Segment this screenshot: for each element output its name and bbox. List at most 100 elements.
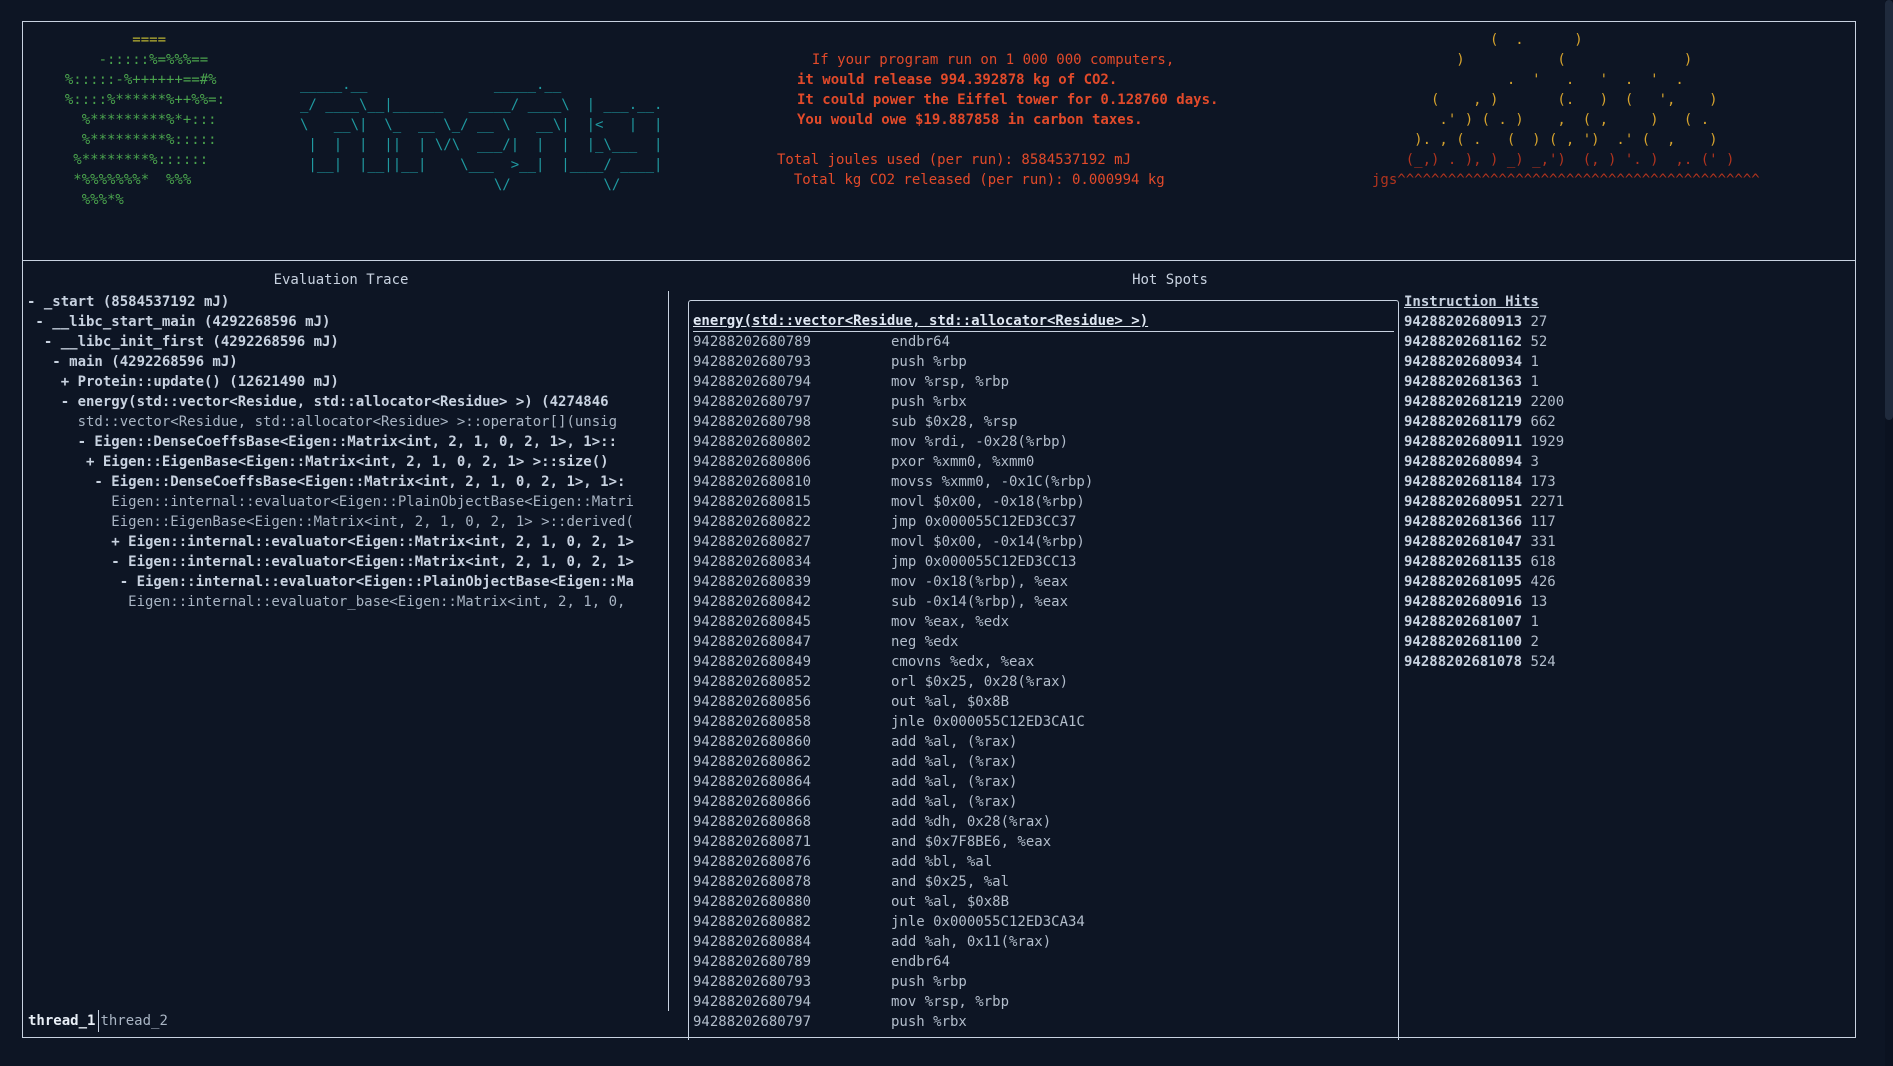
trace-node[interactable]: - energy(std::vector<Residue, std::alloc… — [27, 392, 649, 412]
hotspot-row[interactable]: 94288202680862 add %al, (%rax) — [689, 752, 1398, 772]
instruction-address: 94288202680847 — [693, 634, 812, 650]
hotspot-row[interactable]: 94288202680793 push %rbp — [689, 352, 1398, 372]
instruction-address: 94288202680815 — [693, 494, 812, 510]
trace-node[interactable]: + Eigen::internal::evaluator<Eigen::Matr… — [27, 532, 649, 552]
trace-node[interactable]: + Protein::update() (12621490 mJ) — [27, 372, 649, 392]
hotspot-row[interactable]: 94288202680794 mov %rsp, %rbp — [689, 372, 1398, 392]
hotspot-function-name: energy(std::vector<Residue, std::allocat… — [693, 311, 1394, 332]
hotspot-row[interactable]: 94288202680849 cmovns %edx, %eax — [689, 652, 1398, 672]
hotspot-row[interactable]: 94288202680864 add %al, (%rax) — [689, 772, 1398, 792]
trace-node[interactable]: + Eigen::EigenBase<Eigen::Matrix<int, 2,… — [27, 452, 649, 472]
tab-thread-2[interactable]: thread_2 — [99, 1010, 170, 1032]
hit-address: 94288202681162 — [1404, 334, 1523, 350]
hotspot-row[interactable]: 94288202680797 push %rbx — [689, 392, 1398, 412]
leaf-art-line: %%%*% — [48, 192, 124, 208]
trace-node[interactable]: - _start (8584537192 mJ) — [27, 292, 649, 312]
hotspot-row[interactable]: 94288202680797 push %rbx — [689, 1012, 1398, 1032]
trace-node[interactable]: - Eigen::DenseCoeffsBase<Eigen::Matrix<i… — [27, 472, 649, 492]
tab-thread-1[interactable]: thread_1 — [27, 1010, 100, 1032]
trace-node[interactable]: - Eigen::internal::evaluator<Eigen::Plai… — [27, 572, 649, 592]
instruction-text: out %al, $0x8B — [891, 694, 1010, 710]
hotspot-row[interactable]: 94288202680860 add %al, (%rax) — [689, 732, 1398, 752]
fire-art-line: ( . ) — [1372, 32, 1583, 48]
instruction-address: 94288202680793 — [693, 354, 812, 370]
instruction-address: 94288202680793 — [693, 974, 812, 990]
hit-count: 3 — [1530, 454, 1539, 470]
hotspot-row[interactable]: 94288202680839 mov -0x18(%rbp), %eax — [689, 572, 1398, 592]
instruction-address: 94288202680862 — [693, 754, 812, 770]
instruction-address: 94288202680797 — [693, 394, 812, 410]
instruction-address: 94288202680880 — [693, 894, 812, 910]
trace-node[interactable]: - __libc_start_main (4292268596 mJ) — [27, 312, 649, 332]
leaf-art-line: ==== — [48, 32, 167, 48]
hotspot-row[interactable]: 94288202680827 movl $0x00, -0x14(%rbp) — [689, 532, 1398, 552]
instruction-hits-list: 94288202680913 27 94288202681162 52 942882… — [1404, 312, 1844, 672]
scrollbar-thumb[interactable] — [1885, 0, 1893, 420]
hotspot-row[interactable]: 94288202680802 mov %rdi, -0x28(%rbp) — [689, 432, 1398, 452]
hotspot-row[interactable]: 94288202680866 add %al, (%rax) — [689, 792, 1398, 812]
trace-node[interactable]: - Eigen::internal::evaluator<Eigen::Matr… — [27, 552, 649, 572]
hotspot-row[interactable]: 94288202680871 and $0x7F8BE6, %eax — [689, 832, 1398, 852]
hotspot-row[interactable]: 94288202680856 out %al, $0x8B — [689, 692, 1398, 712]
instruction-text: and $0x25, %al — [891, 874, 1010, 890]
instruction-text: jmp 0x000055C12ED3CC37 — [891, 514, 1077, 530]
window-scrollbar[interactable] — [1885, 0, 1893, 1066]
trace-node[interactable]: - main (4292268596 mJ) — [27, 352, 649, 372]
instruction-address: 94288202680822 — [693, 514, 812, 530]
carbon-message-line: It could power the Eiffel tower for 0.12… — [797, 92, 1219, 108]
trace-node[interactable]: - __libc_init_first (4292268596 mJ) — [27, 332, 649, 352]
hotspot-row[interactable]: 94288202680834 jmp 0x000055C12ED3CC13 — [689, 552, 1398, 572]
instruction-address: 94288202680876 — [693, 854, 812, 870]
hotspot-row[interactable]: 94288202680842 sub -0x14(%rbp), %eax — [689, 592, 1398, 612]
instruction-address: 94288202680839 — [693, 574, 812, 590]
instruction-address: 94288202680827 — [693, 534, 812, 550]
fire-art-line: .' ) ( . ) , ( , ) ( . — [1372, 112, 1710, 128]
trace-node[interactable]: Eigen::internal::evaluator_base<Eigen::M… — [27, 592, 649, 612]
hit-row: 94288202681078 524 — [1404, 652, 1844, 672]
instruction-text: neg %edx — [891, 634, 959, 650]
hotspot-row[interactable]: 94288202680868 add %dh, 0x28(%rax) — [689, 812, 1398, 832]
hit-row: 94288202680913 27 — [1404, 312, 1844, 332]
hit-address: 94288202681078 — [1404, 654, 1523, 670]
hotspots-panel[interactable]: energy(std::vector<Residue, std::allocat… — [688, 300, 1399, 1040]
hit-count: 1929 — [1530, 434, 1565, 450]
hotspot-row[interactable]: 94288202680847 neg %edx — [689, 632, 1398, 652]
hotspot-row[interactable]: 94288202680876 add %bl, %al — [689, 852, 1398, 872]
hit-address: 94288202681219 — [1404, 394, 1523, 410]
hotspot-row[interactable]: 94288202680806 pxor %xmm0, %xmm0 — [689, 452, 1398, 472]
hit-row: 94288202680916 13 — [1404, 592, 1844, 612]
hotspot-row[interactable]: 94288202680884 add %ah, 0x11(%rax) — [689, 932, 1398, 952]
hotspot-row[interactable]: 94288202680794 mov %rsp, %rbp — [689, 992, 1398, 1012]
instruction-text: mov %eax, %edx — [891, 614, 1010, 630]
hotspot-row[interactable]: 94288202680815 movl $0x00, -0x18(%rbp) — [689, 492, 1398, 512]
instruction-address: 94288202680858 — [693, 714, 812, 730]
hit-address: 94288202681047 — [1404, 534, 1523, 550]
trace-node[interactable]: std::vector<Residue, std::allocator<Resi… — [27, 412, 649, 432]
hit-row: 94288202680951 2271 — [1404, 492, 1844, 512]
hit-row: 94288202681162 52 — [1404, 332, 1844, 352]
instruction-text: mov -0x18(%rbp), %eax — [891, 574, 1069, 590]
instruction-address: 94288202680868 — [693, 814, 812, 830]
hotspot-row[interactable]: 94288202680878 and $0x25, %al — [689, 872, 1398, 892]
hotspot-row[interactable]: 94288202680798 sub $0x28, %rsp — [689, 412, 1398, 432]
hotspot-row[interactable]: 94288202680789 endbr64 — [689, 952, 1398, 972]
instruction-address: 94288202680882 — [693, 914, 812, 930]
trace-node[interactable]: Eigen::EigenBase<Eigen::Matrix<int, 2, 1… — [27, 512, 649, 532]
instruction-text: sub -0x14(%rbp), %eax — [891, 594, 1069, 610]
hotspot-row[interactable]: 94288202680845 mov %eax, %edx — [689, 612, 1398, 632]
hotspot-row[interactable]: 94288202680822 jmp 0x000055C12ED3CC37 — [689, 512, 1398, 532]
logo-art-line: _____.__ _____.__ — [300, 77, 562, 93]
hit-row: 94288202681179 662 — [1404, 412, 1844, 432]
hotspot-row[interactable]: 94288202680858 jnle 0x000055C12ED3CA1C — [689, 712, 1398, 732]
trace-node[interactable]: - Eigen::DenseCoeffsBase<Eigen::Matrix<i… — [27, 432, 649, 452]
hotspot-row[interactable]: 94288202680793 push %rbp — [689, 972, 1398, 992]
hotspot-row[interactable]: 94288202680810 movss %xmm0, -0x1C(%rbp) — [689, 472, 1398, 492]
evaluation-trace-tree[interactable]: - _start (8584537192 mJ) - __libc_start_… — [27, 292, 649, 1007]
hotspot-row[interactable]: 94288202680789 endbr64 — [689, 332, 1398, 352]
hotspot-row[interactable]: 94288202680880 out %al, $0x8B — [689, 892, 1398, 912]
hit-count: 2 — [1530, 634, 1539, 650]
trace-node[interactable]: Eigen::internal::evaluator<Eigen::PlainO… — [27, 492, 649, 512]
hotspot-row[interactable]: 94288202680852 orl $0x25, 0x28(%rax) — [689, 672, 1398, 692]
instruction-address: 94288202680834 — [693, 554, 812, 570]
hotspot-row[interactable]: 94288202680882 jnle 0x000055C12ED3CA34 — [689, 912, 1398, 932]
